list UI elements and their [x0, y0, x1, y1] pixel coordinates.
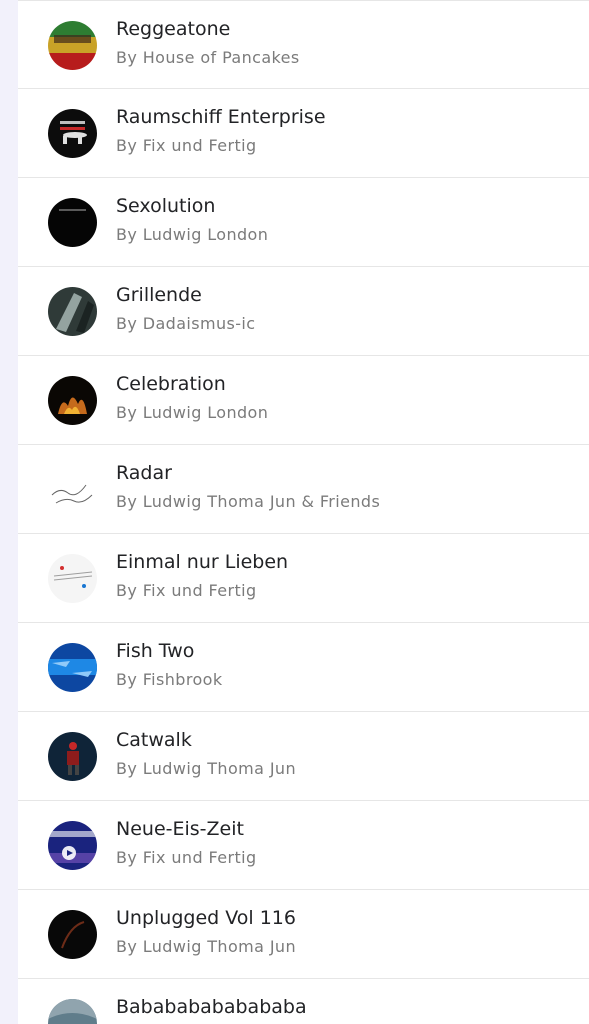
album-cover: [48, 821, 97, 870]
track-artist: By Ludwig Thoma Jun: [116, 759, 297, 778]
track-artist: By Ludwig Thoma Jun: [116, 937, 297, 956]
track-title: Fish Two: [116, 640, 195, 662]
track-artist: By Fishbrook: [116, 670, 223, 689]
track-title: Radar: [116, 462, 172, 484]
track-title: Sexolution: [116, 195, 216, 217]
track-row[interactable]: Neue-Eis-Zeit By Fix und Fertig: [18, 801, 589, 890]
track-artist: By Dadaismus-ic: [116, 314, 256, 333]
album-cover: [48, 465, 97, 514]
album-cover: [48, 198, 97, 247]
track-artist: By Fix und Fertig: [116, 136, 257, 155]
track-row[interactable]: Einmal nur Lieben By Fix und Fertig: [18, 534, 589, 623]
album-cover: [48, 287, 97, 336]
album-cover: [48, 376, 97, 425]
track-title: Reggeatone: [116, 18, 231, 40]
album-cover: [48, 732, 97, 781]
track-title: Einmal nur Lieben: [116, 551, 289, 573]
track-row[interactable]: Fish Two By Fishbrook: [18, 623, 589, 712]
track-title: Grillende: [116, 284, 202, 306]
track-row[interactable]: Babababababababa: [18, 979, 589, 1024]
track-artist: By Fix und Fertig: [116, 848, 257, 867]
track-title: Raumschiff Enterprise: [116, 106, 326, 128]
track-row[interactable]: Catwalk By Ludwig Thoma Jun: [18, 712, 589, 801]
track-artist: By Ludwig Thoma Jun & Friends: [116, 492, 381, 511]
track-title: Celebration: [116, 373, 226, 395]
track-row[interactable]: Sexolution By Ludwig London: [18, 178, 589, 267]
track-title: Babababababababa: [116, 996, 307, 1018]
track-title: Unplugged Vol 116: [116, 907, 296, 929]
album-cover: [48, 910, 97, 959]
album-cover: [48, 109, 97, 158]
track-title: Catwalk: [116, 729, 192, 751]
track-row[interactable]: Reggeatone By House of Pancakes: [18, 0, 589, 89]
track-row[interactable]: Grillende By Dadaismus-ic: [18, 267, 589, 356]
album-cover: [48, 554, 97, 603]
track-artist: By Ludwig London: [116, 225, 269, 244]
album-cover: [48, 21, 97, 70]
track-row[interactable]: Raumschiff Enterprise By Fix und Fertig: [18, 89, 589, 178]
track-artist: By House of Pancakes: [116, 48, 300, 67]
track-row[interactable]: Celebration By Ludwig London: [18, 356, 589, 445]
track-title: Neue-Eis-Zeit: [116, 818, 244, 840]
track-list: Reggeatone By House of Pancakes Raumschi…: [18, 0, 589, 1024]
track-artist: By Ludwig London: [116, 403, 269, 422]
album-cover: [48, 643, 97, 692]
track-artist: By Fix und Fertig: [116, 581, 257, 600]
album-cover: [48, 999, 97, 1024]
track-row[interactable]: Radar By Ludwig Thoma Jun & Friends: [18, 445, 589, 534]
track-row[interactable]: Unplugged Vol 116 By Ludwig Thoma Jun: [18, 890, 589, 979]
